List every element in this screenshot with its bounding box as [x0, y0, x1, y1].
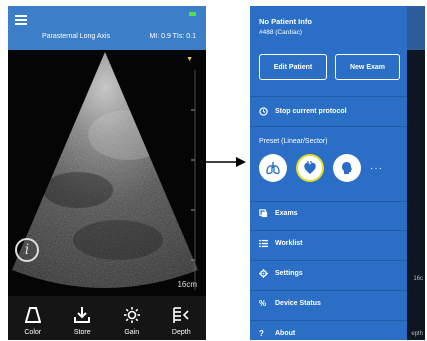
chevron-down-icon: ▼	[186, 56, 193, 63]
menu-label: About	[275, 330, 296, 337]
exams-icon	[259, 209, 271, 218]
imaging-view-label: Parasternal Long Axis	[42, 33, 111, 40]
color-button[interactable]: Color	[8, 296, 58, 340]
divider	[250, 126, 407, 127]
menu-label: Device Status	[275, 300, 321, 307]
ultrasound-image[interactable]: ▼ i 16cm	[8, 50, 206, 296]
gain-label: Gain	[124, 329, 140, 336]
clock-icon	[259, 107, 271, 116]
ultrasound-scan-screen: Parasternal Long Axis MI: 0.9 TIs: 0.1 ▼…	[8, 6, 206, 340]
sun-icon	[123, 305, 141, 325]
sector-scan-image	[12, 52, 198, 290]
navigation-drawer: No Patient Info #488 (Cardiac) Edit Pati…	[250, 6, 407, 340]
lungs-icon[interactable]	[259, 154, 287, 182]
divider	[250, 201, 407, 202]
bottom-toolbar: Color Store Gain Depth	[8, 296, 206, 340]
menu-item-settings[interactable]: Settings	[259, 269, 303, 278]
battery-icon	[189, 12, 196, 16]
divider	[250, 260, 407, 261]
menu-label: Settings	[275, 270, 303, 277]
patient-subtitle: #488 (Cardiac)	[259, 29, 302, 36]
menu-item-worklist[interactable]: Worklist	[259, 239, 303, 248]
gear-icon	[259, 269, 271, 278]
head-icon[interactable]	[333, 154, 361, 182]
preset-label: Preset (Linear/Sector)	[259, 138, 328, 145]
heart-icon[interactable]	[296, 154, 324, 182]
color-doppler-icon	[24, 305, 41, 325]
menu-item-about[interactable]: ? About	[259, 329, 295, 338]
edit-patient-button[interactable]: Edit Patient	[259, 54, 327, 80]
mechanical-thermal-index: MI: 0.9 TIs: 0.1	[149, 33, 196, 40]
underlay-label-text: epth	[411, 331, 423, 337]
patient-title: No Patient Info	[259, 17, 312, 26]
question-icon: ?	[259, 329, 264, 338]
store-label: Store	[73, 329, 91, 336]
hamburger-menu-icon[interactable]	[15, 15, 27, 27]
underlay-header	[407, 6, 425, 50]
gain-button[interactable]: Gain	[107, 296, 157, 340]
depth-label: Depth	[171, 329, 191, 336]
depth-icon	[172, 305, 190, 325]
depth-button[interactable]: Depth	[157, 296, 207, 340]
info-icon[interactable]: i	[15, 238, 39, 262]
preset-selector: ···	[259, 154, 383, 182]
menu-label: Exams	[275, 210, 298, 217]
menu-item-exams[interactable]: Exams	[259, 209, 298, 218]
navigation-drawer-screen: 16c epth No Patient Info #488 (Cardiac) …	[250, 6, 425, 340]
stop-protocol-item[interactable]: Stop current protocol	[259, 107, 347, 116]
divider	[250, 230, 407, 231]
transition-arrow-icon	[200, 157, 246, 167]
scan-header: Parasternal Long Axis MI: 0.9 TIs: 0.1	[8, 6, 206, 50]
divider	[250, 96, 407, 97]
divider	[250, 320, 407, 321]
percent-icon: %	[259, 299, 267, 308]
depth-readout: 16cm	[177, 280, 197, 289]
list-icon	[259, 239, 271, 248]
underlying-scan-screen: 16c epth	[407, 6, 425, 340]
menu-label: Worklist	[275, 240, 303, 247]
color-label: Color	[24, 329, 42, 336]
menu-item-device-status[interactable]: % Device Status	[259, 299, 321, 308]
underlay-depth-text: 16c	[413, 276, 423, 282]
new-exam-button[interactable]: New Exam	[335, 54, 400, 80]
store-button[interactable]: Store	[58, 296, 108, 340]
divider	[250, 290, 407, 291]
more-presets-icon[interactable]: ···	[370, 163, 383, 174]
stop-protocol-label: Stop current protocol	[275, 108, 347, 115]
download-icon	[73, 305, 91, 325]
